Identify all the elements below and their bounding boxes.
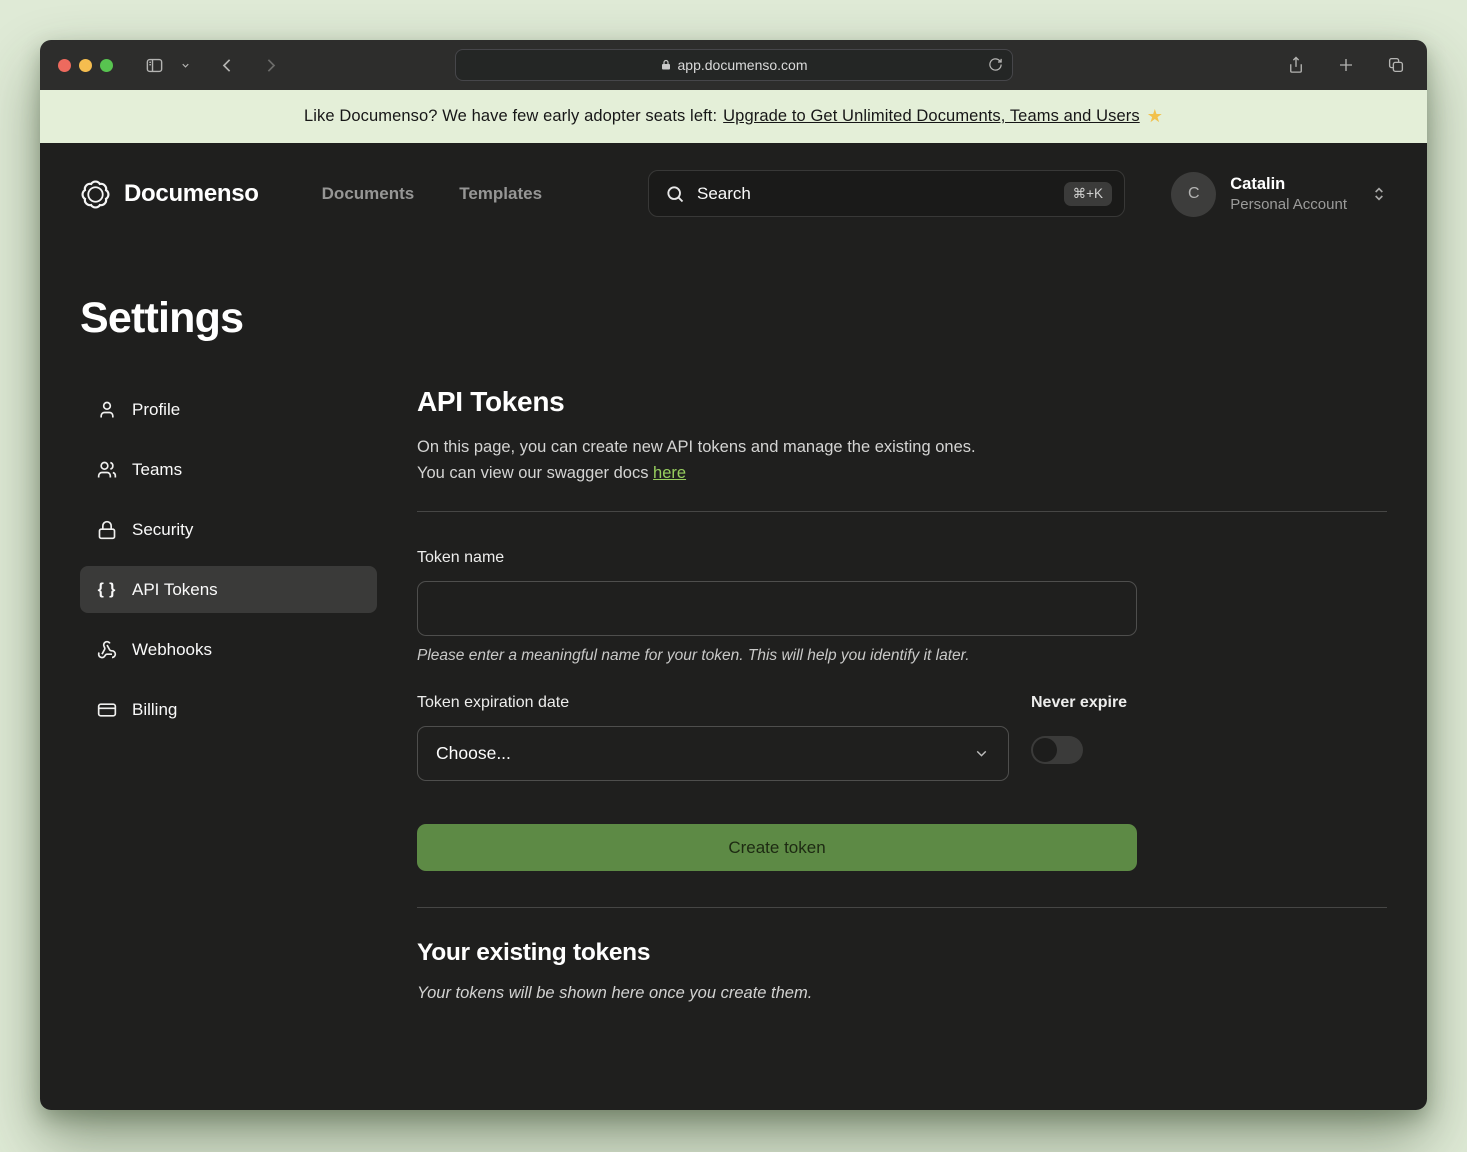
app-content: Documenso Documents Templates Search ⌘+K… — [40, 143, 1427, 1110]
user-icon — [97, 400, 117, 420]
expiration-label: Token expiration date — [417, 694, 1009, 712]
chevrons-up-down-icon — [1371, 186, 1387, 202]
brand-logo[interactable]: Documenso — [80, 179, 259, 210]
traffic-lights — [58, 59, 113, 72]
share-icon[interactable] — [1283, 52, 1309, 78]
sidebar-toggle-icon[interactable] — [141, 52, 168, 79]
forward-button[interactable] — [258, 53, 283, 78]
banner-text: Like Documenso? We have few early adopte… — [304, 107, 717, 126]
browser-window: app.documenso.com Like Documenso? We hav… — [40, 40, 1427, 1110]
back-button[interactable] — [215, 53, 240, 78]
star-icon: ★ — [1147, 106, 1163, 127]
sidebar-item-webhooks[interactable]: Webhooks — [80, 626, 377, 673]
minimize-window-button[interactable] — [79, 59, 92, 72]
search-icon — [665, 184, 685, 204]
webhook-icon — [97, 640, 117, 660]
chevron-down-icon[interactable] — [176, 56, 195, 75]
account-name: Catalin — [1230, 175, 1347, 194]
braces-icon: { } — [97, 581, 117, 599]
sidebar-item-billing[interactable]: Billing — [80, 686, 377, 733]
browser-toolbar: app.documenso.com — [40, 40, 1427, 90]
url-text: app.documenso.com — [678, 57, 808, 73]
brand-name: Documenso — [124, 180, 259, 208]
credit-card-icon — [97, 700, 117, 720]
nav-documents[interactable]: Documents — [322, 184, 415, 204]
sidebar-item-label: Teams — [132, 460, 182, 480]
sidebar-item-label: Profile — [132, 400, 180, 420]
page-title: Settings — [80, 294, 1387, 343]
existing-tokens-empty-text: Your tokens will be shown here once you … — [417, 984, 1387, 1003]
reload-icon[interactable] — [988, 57, 1003, 75]
lock-icon — [660, 59, 672, 71]
toggle-knob — [1033, 738, 1057, 762]
never-expire-label: Never expire — [1031, 694, 1137, 712]
sidebar-item-security[interactable]: Security — [80, 506, 377, 553]
sidebar-item-label: Security — [132, 520, 193, 540]
search-input[interactable]: Search ⌘+K — [648, 170, 1125, 217]
search-shortcut-badge: ⌘+K — [1064, 182, 1112, 206]
description-line1: On this page, you can create new API tok… — [417, 438, 976, 456]
never-expire-toggle[interactable] — [1031, 736, 1083, 764]
upgrade-link[interactable]: Upgrade to Get Unlimited Documents, Team… — [723, 107, 1140, 126]
section-description: On this page, you can create new API tok… — [417, 435, 1387, 486]
address-bar[interactable]: app.documenso.com — [455, 49, 1013, 81]
nav-templates[interactable]: Templates — [459, 184, 542, 204]
expiration-select[interactable]: Choose... — [417, 726, 1009, 781]
divider — [417, 511, 1387, 512]
main-nav: Documents Templates — [322, 184, 542, 204]
sidebar-item-profile[interactable]: Profile — [80, 386, 377, 433]
token-name-hint: Please enter a meaningful name for your … — [417, 647, 1137, 665]
sidebar-item-api-tokens[interactable]: { } API Tokens — [80, 566, 377, 613]
expiration-value: Choose... — [436, 743, 511, 764]
documenso-seal-icon — [80, 179, 111, 210]
zoom-window-button[interactable] — [100, 59, 113, 72]
token-name-label: Token name — [417, 549, 1137, 567]
create-token-form: Token name Please enter a meaningful nam… — [417, 549, 1137, 871]
settings-sidebar: Profile Teams Security { } API Tokens We… — [80, 386, 377, 1043]
chevron-down-icon — [973, 745, 990, 762]
close-window-button[interactable] — [58, 59, 71, 72]
account-type: Personal Account — [1230, 196, 1347, 213]
token-name-input[interactable] — [417, 581, 1137, 636]
divider — [417, 907, 1387, 908]
api-tokens-panel: API Tokens On this page, you can create … — [417, 386, 1387, 1043]
sidebar-item-teams[interactable]: Teams — [80, 446, 377, 493]
avatar-initial: C — [1188, 185, 1200, 203]
upgrade-banner: Like Documenso? We have few early adopte… — [40, 90, 1427, 143]
avatar: C — [1171, 172, 1216, 217]
create-token-button[interactable]: Create token — [417, 824, 1137, 871]
account-menu[interactable]: C Catalin Personal Account — [1171, 172, 1387, 217]
sidebar-item-label: Billing — [132, 700, 177, 720]
section-heading: API Tokens — [417, 386, 1387, 418]
sidebar-item-label: API Tokens — [132, 580, 218, 600]
swagger-docs-link[interactable]: here — [653, 464, 686, 482]
tab-overview-icon[interactable] — [1383, 52, 1409, 78]
search-placeholder: Search — [697, 184, 751, 204]
new-tab-icon[interactable] — [1333, 52, 1359, 78]
existing-tokens-heading: Your existing tokens — [417, 939, 1387, 967]
lock-icon — [97, 520, 117, 540]
description-line2: You can view our swagger docs — [417, 464, 648, 482]
users-icon — [97, 460, 117, 480]
app-header: Documenso Documents Templates Search ⌘+K… — [80, 143, 1387, 245]
sidebar-item-label: Webhooks — [132, 640, 212, 660]
